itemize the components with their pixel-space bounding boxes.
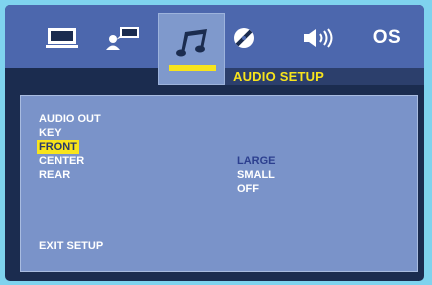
music-note-icon	[175, 29, 208, 62]
exit-setup-button[interactable]: EXIT SETUP	[39, 240, 103, 252]
monitor-icon	[46, 27, 78, 49]
selected-tab-underline	[169, 65, 216, 71]
tab-disc[interactable]	[230, 21, 258, 55]
tab-speaker[interactable]	[301, 21, 337, 55]
tab-audio-setup[interactable]	[158, 13, 225, 85]
speaker-icon	[302, 27, 336, 49]
option-list: LARGE SMALL OFF	[237, 151, 276, 195]
section-title: AUDIO SETUP	[233, 69, 325, 84]
tab-speech[interactable]	[105, 21, 141, 55]
os-tab-label: OS	[372, 27, 402, 48]
person-speech-icon	[106, 25, 140, 51]
tab-os[interactable]: OS	[365, 21, 409, 55]
setting-menu: AUDIO OUT KEY FRONT CENTER REAR	[37, 109, 237, 182]
tab-general[interactable]	[45, 21, 79, 55]
menu-item-rear[interactable]: REAR	[37, 168, 72, 182]
option-off[interactable]: OFF	[237, 183, 259, 195]
audio-setup-panel: AUDIO OUT KEY FRONT CENTER REAR LARGE SM…	[20, 95, 418, 272]
disc-icon	[233, 27, 255, 49]
setup-screen: OS AUDIO SETUP AUDIO OUT KEY FRONT CENTE…	[5, 5, 424, 281]
